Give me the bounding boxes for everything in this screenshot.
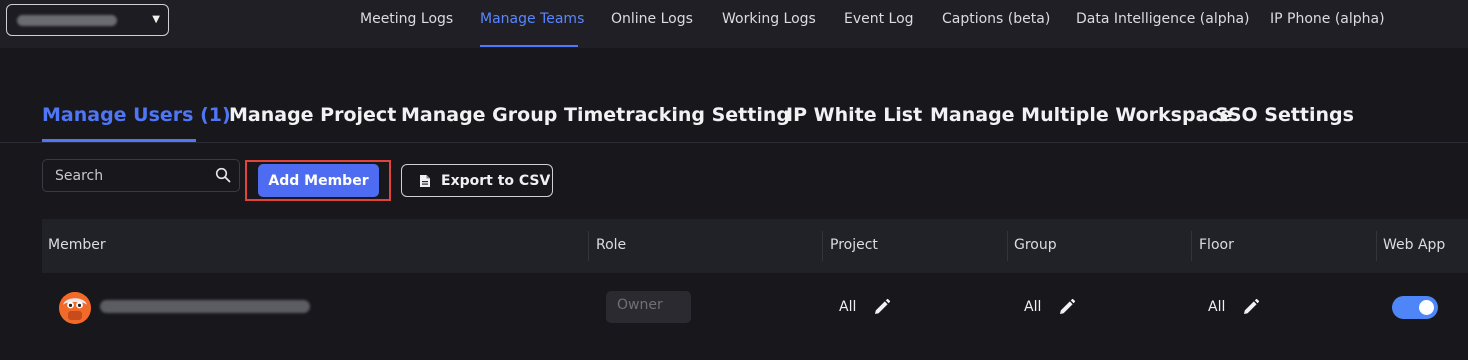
add-member-button[interactable]: Add Member xyxy=(258,164,379,197)
nav-manage-teams[interactable]: Manage Teams xyxy=(480,11,584,27)
nav-ip-phone[interactable]: IP Phone (alpha) xyxy=(1270,11,1385,27)
edit-group-pencil-icon[interactable] xyxy=(1058,298,1076,316)
tab-manage-multiple-workspace[interactable]: Manage Multiple Workspace xyxy=(930,104,1233,126)
group-value: All xyxy=(1024,299,1042,315)
top-nav-bar: ▼ Meeting Logs Manage Teams Online Logs … xyxy=(0,0,1468,48)
export-csv-label: Export to CSV xyxy=(441,173,551,189)
export-csv-button[interactable]: Export to CSV xyxy=(401,164,553,197)
column-divider[interactable] xyxy=(822,231,823,261)
avatar-face-icon xyxy=(59,292,91,324)
column-divider[interactable] xyxy=(1191,231,1192,261)
nav-data-intelligence[interactable]: Data Intelligence (alpha) xyxy=(1076,11,1250,27)
edit-project-pencil-icon[interactable] xyxy=(873,298,891,316)
caret-down-icon: ▼ xyxy=(152,14,160,25)
column-header-member: Member xyxy=(48,237,106,253)
column-divider[interactable] xyxy=(1376,231,1377,261)
search-icon[interactable] xyxy=(215,167,231,183)
nav-meeting-logs[interactable]: Meeting Logs xyxy=(360,11,453,27)
nav-event-log[interactable]: Event Log xyxy=(844,11,914,27)
workspace-name-redacted xyxy=(17,15,117,26)
tab-ip-white-list[interactable]: IP White List xyxy=(786,104,922,126)
column-header-floor: Floor xyxy=(1199,237,1234,253)
nav-working-logs[interactable]: Working Logs xyxy=(722,11,816,27)
column-divider[interactable] xyxy=(588,231,589,261)
subtab-divider xyxy=(0,142,1468,143)
table-header xyxy=(42,219,1468,273)
tab-manage-users[interactable]: Manage Users (1) xyxy=(42,104,231,126)
tab-timetracking-setting[interactable]: Timetracking Setting xyxy=(564,104,790,126)
floor-value: All xyxy=(1208,299,1226,315)
tab-sso-settings[interactable]: SSO Settings xyxy=(1215,104,1354,126)
nav-active-indicator xyxy=(480,45,578,47)
column-header-role: Role xyxy=(596,237,627,253)
avatar[interactable] xyxy=(59,292,91,324)
column-header-group: Group xyxy=(1014,237,1057,253)
role-select[interactable]: Owner xyxy=(606,291,691,323)
workspace-select[interactable]: ▼ xyxy=(6,4,169,36)
web-app-toggle[interactable] xyxy=(1392,296,1438,319)
column-header-web-app: Web App xyxy=(1383,237,1446,253)
document-icon xyxy=(420,175,430,187)
project-value: All xyxy=(839,299,857,315)
member-name-redacted xyxy=(100,300,310,313)
edit-floor-pencil-icon[interactable] xyxy=(1242,298,1260,316)
tab-manage-group[interactable]: Manage Group xyxy=(401,104,557,126)
tab-manage-project[interactable]: Manage Project xyxy=(229,104,396,126)
column-divider[interactable] xyxy=(1007,231,1008,261)
toggle-knob xyxy=(1419,300,1434,315)
nav-captions[interactable]: Captions (beta) xyxy=(942,11,1050,27)
column-header-project: Project xyxy=(830,237,878,253)
search-box xyxy=(42,159,240,192)
nav-online-logs[interactable]: Online Logs xyxy=(611,11,693,27)
search-input[interactable] xyxy=(43,160,213,191)
